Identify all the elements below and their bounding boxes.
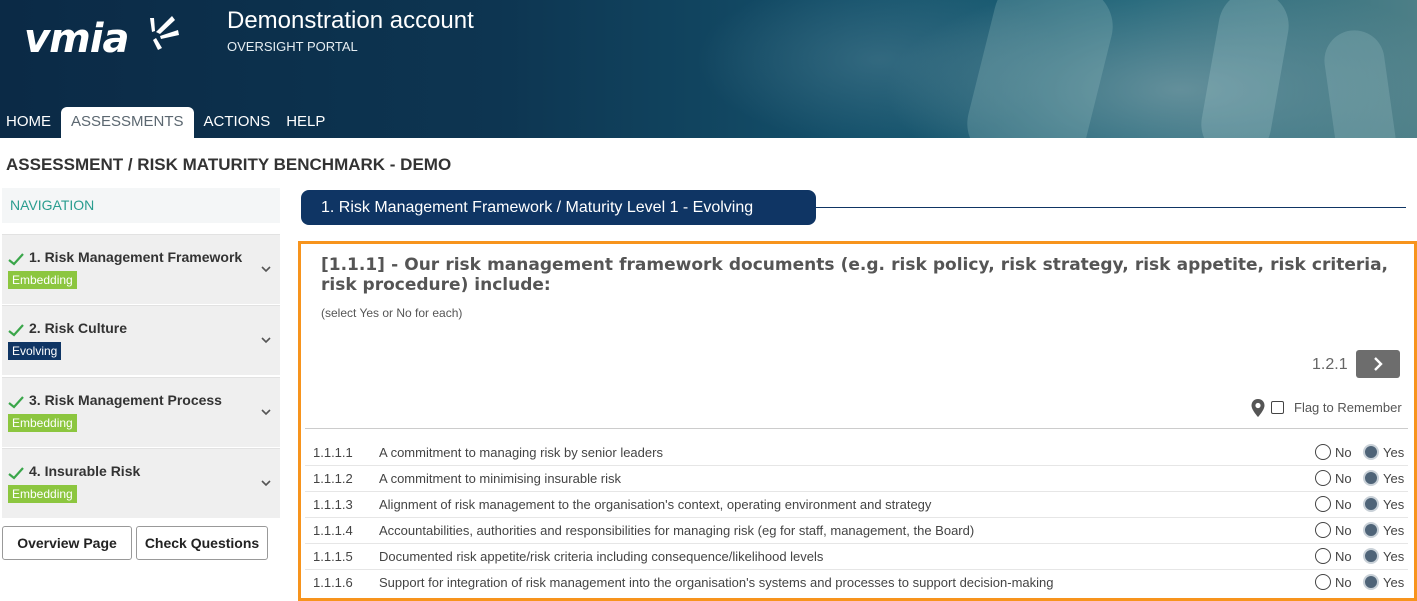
status-badge: Evolving bbox=[8, 342, 62, 360]
row-text: Alignment of risk management to the orga… bbox=[379, 497, 932, 512]
table-row: 1.1.1.5 Documented risk appetite/risk cr… bbox=[305, 544, 1408, 570]
yes-radio[interactable] bbox=[1363, 574, 1379, 590]
yes-label[interactable]: Yes bbox=[1383, 523, 1404, 538]
sidebar-item-label: 2. Risk Culture bbox=[29, 320, 128, 336]
no-label[interactable]: No bbox=[1335, 445, 1352, 460]
no-radio[interactable] bbox=[1315, 548, 1331, 564]
row-text: A commitment to minimising insurable ris… bbox=[379, 471, 622, 486]
question-hint: (select Yes or No for each) bbox=[321, 306, 463, 320]
yes-label[interactable]: Yes bbox=[1383, 445, 1404, 460]
sidebar-item-insurable-risk[interactable]: 4. Insurable Risk Embedding bbox=[2, 448, 280, 518]
no-radio[interactable] bbox=[1315, 522, 1331, 538]
logo-text: vmia bbox=[24, 16, 129, 62]
header-banner: vmia Demonstration account OVERSIGHT POR… bbox=[0, 0, 1417, 138]
table-row: 1.1.1.3 Alignment of risk management to … bbox=[305, 492, 1408, 518]
no-radio[interactable] bbox=[1315, 444, 1331, 460]
no-label[interactable]: No bbox=[1335, 497, 1352, 512]
yes-radio[interactable] bbox=[1363, 470, 1379, 486]
overview-page-button[interactable]: Overview Page bbox=[2, 526, 132, 560]
chevron-right-icon bbox=[1374, 357, 1383, 371]
row-number: 1.1.1.2 bbox=[313, 471, 353, 486]
section-divider bbox=[816, 207, 1406, 208]
banner-decoration bbox=[1195, 0, 1295, 138]
table-row: 1.1.1.2 A commitment to minimising insur… bbox=[305, 466, 1408, 492]
nav-help[interactable]: HELP bbox=[280, 107, 331, 138]
no-label[interactable]: No bbox=[1335, 549, 1352, 564]
nav-home[interactable]: HOME bbox=[0, 107, 57, 138]
check-icon bbox=[8, 467, 24, 480]
yes-label[interactable]: Yes bbox=[1383, 497, 1404, 512]
row-number: 1.1.1.3 bbox=[313, 497, 353, 512]
row-text: Documented risk appetite/risk criteria i… bbox=[379, 549, 824, 564]
next-question-label: 1.2.1 bbox=[1312, 356, 1348, 373]
status-badge: Embedding bbox=[8, 271, 77, 289]
question-title: [1.1.1] - Our risk management framework … bbox=[321, 255, 1388, 295]
chevron-down-icon[interactable] bbox=[260, 477, 272, 489]
row-number: 1.1.1.5 bbox=[313, 549, 353, 564]
status-badge: Embedding bbox=[8, 414, 77, 432]
account-title: Demonstration account bbox=[227, 7, 474, 34]
yes-radio[interactable] bbox=[1363, 522, 1379, 538]
yes-radio[interactable] bbox=[1363, 548, 1379, 564]
nav-assessments[interactable]: ASSESSMENTS bbox=[61, 107, 194, 138]
row-number: 1.1.1.4 bbox=[313, 523, 353, 538]
flag-checkbox[interactable] bbox=[1271, 401, 1284, 414]
row-text: A commitment to managing risk by senior … bbox=[379, 445, 663, 460]
logo-star-icon bbox=[150, 16, 179, 50]
row-text: Support for integration of risk manageme… bbox=[379, 575, 1054, 590]
flag-label: Flag to Remember bbox=[1294, 400, 1402, 415]
sidebar-item-label: 1. Risk Management Framework bbox=[29, 249, 243, 265]
table-row: 1.1.1.6 Support for integration of risk … bbox=[305, 570, 1408, 596]
check-icon bbox=[8, 253, 24, 266]
check-icon bbox=[8, 396, 24, 409]
row-number: 1.1.1.1 bbox=[313, 445, 353, 460]
no-radio[interactable] bbox=[1315, 470, 1331, 486]
no-radio[interactable] bbox=[1315, 574, 1331, 590]
table-row: 1.1.1.4 Accountabilities, authorities an… bbox=[305, 518, 1408, 544]
banner-decoration bbox=[958, 0, 1122, 138]
status-badge: Embedding bbox=[8, 485, 77, 503]
portal-label: OVERSIGHT PORTAL bbox=[227, 39, 358, 54]
yes-label[interactable]: Yes bbox=[1383, 575, 1404, 590]
check-questions-button[interactable]: Check Questions bbox=[136, 526, 268, 560]
yes-radio[interactable] bbox=[1363, 496, 1379, 512]
table-row: 1.1.1.1 A commitment to managing risk by… bbox=[305, 440, 1408, 466]
vmia-logo[interactable]: vmia bbox=[24, 14, 179, 64]
chevron-down-icon[interactable] bbox=[260, 334, 272, 346]
yes-label[interactable]: Yes bbox=[1383, 549, 1404, 564]
sidebar-item-label: 4. Insurable Risk bbox=[29, 463, 141, 479]
yes-label[interactable]: Yes bbox=[1383, 471, 1404, 486]
sidebar-item-risk-culture[interactable]: 2. Risk Culture Evolving bbox=[2, 305, 280, 375]
sidebar-item-risk-management-framework[interactable]: 1. Risk Management Framework Embedding bbox=[2, 234, 280, 304]
next-question-button[interactable] bbox=[1356, 350, 1400, 378]
no-label[interactable]: No bbox=[1335, 471, 1352, 486]
no-label[interactable]: No bbox=[1335, 523, 1352, 538]
sidebar-heading: NAVIGATION bbox=[2, 188, 280, 223]
row-number: 1.1.1.6 bbox=[313, 575, 353, 590]
banner-decoration bbox=[1320, 26, 1400, 138]
question-panel: [1.1.1] - Our risk management framework … bbox=[298, 241, 1417, 601]
main-nav: HOME ASSESSMENTS ACTIONS HELP bbox=[0, 107, 335, 138]
chevron-down-icon[interactable] bbox=[260, 263, 272, 275]
sidebar-item-risk-management-process[interactable]: 3. Risk Management Process Embedding bbox=[2, 377, 280, 447]
divider bbox=[305, 428, 1408, 429]
nav-actions[interactable]: ACTIONS bbox=[198, 107, 277, 138]
check-icon bbox=[8, 324, 24, 337]
no-radio[interactable] bbox=[1315, 496, 1331, 512]
section-title: 1. Risk Management Framework / Maturity … bbox=[301, 190, 816, 225]
chevron-down-icon[interactable] bbox=[260, 406, 272, 418]
no-label[interactable]: No bbox=[1335, 575, 1352, 590]
yes-radio[interactable] bbox=[1363, 444, 1379, 460]
sidebar-item-label: 3. Risk Management Process bbox=[29, 392, 222, 408]
row-text: Accountabilities, authorities and respon… bbox=[379, 523, 975, 538]
map-pin-icon bbox=[1251, 399, 1265, 417]
breadcrumb: ASSESSMENT / RISK MATURITY BENCHMARK - D… bbox=[6, 155, 452, 174]
